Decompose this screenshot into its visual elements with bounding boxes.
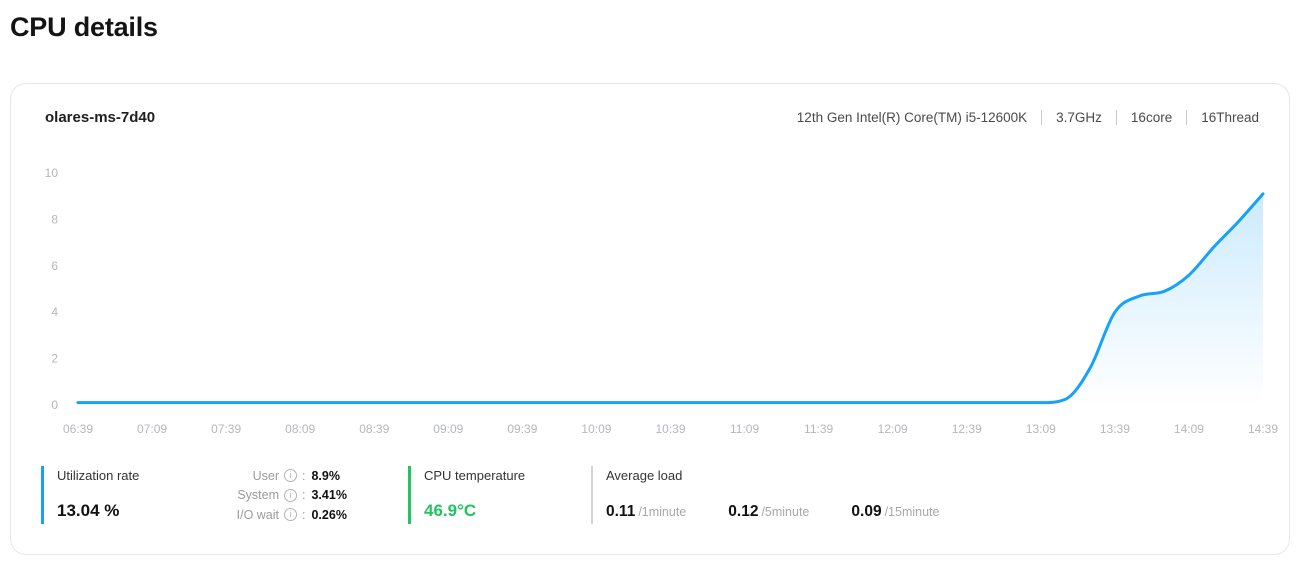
hostname: olares-ms-7d40 bbox=[45, 109, 155, 126]
load-15min: 0.09 /15minute bbox=[851, 503, 939, 521]
load-5min: 0.12 /5minute bbox=[728, 503, 809, 521]
y-axis-labels: 0 2 4 6 8 10 bbox=[45, 166, 59, 412]
load-1min: 0.11 /1minute bbox=[606, 503, 686, 521]
load-1min-unit: /1minute bbox=[638, 505, 686, 519]
cpu-usage-area-fill bbox=[78, 194, 1263, 405]
x-axis-tick-label: 07:39 bbox=[211, 422, 241, 436]
x-axis-tick-label: 12:39 bbox=[952, 422, 982, 436]
cpu-frequency: 3.7GHz bbox=[1056, 110, 1102, 125]
info-icon[interactable] bbox=[284, 469, 297, 482]
x-axis-tick-label: 13:09 bbox=[1026, 422, 1056, 436]
colon: : bbox=[302, 469, 305, 483]
load-15min-value: 0.09 bbox=[851, 503, 881, 521]
cpu-usage-chart: 0 2 4 6 8 10 06:39 07:09 07:39 08:09 08:39 09:09 09… bbox=[11, 161, 1289, 456]
x-axis-tick-label: 09:09 bbox=[433, 422, 463, 436]
x-axis-tick-label: 08:09 bbox=[285, 422, 315, 436]
y-axis-tick-label: 4 bbox=[51, 305, 58, 319]
y-axis-tick-label: 10 bbox=[45, 166, 59, 180]
info-icon[interactable] bbox=[284, 508, 297, 521]
x-axis-tick-label: 11:39 bbox=[804, 422, 833, 436]
y-axis-tick-label: 6 bbox=[51, 259, 58, 273]
x-axis-labels: 06:39 07:09 07:39 08:09 08:39 09:09 09:39 10:09… bbox=[63, 422, 1278, 436]
cpu-temperature-label: CPU temperature bbox=[424, 468, 525, 483]
cpu-specs: 12th Gen Intel(R) Core(TM) i5-12600K 3.7… bbox=[797, 110, 1259, 125]
spec-divider bbox=[1041, 110, 1042, 125]
spec-divider bbox=[1116, 110, 1117, 125]
cpu-cores: 16core bbox=[1131, 110, 1172, 125]
info-icon[interactable] bbox=[284, 489, 297, 502]
x-axis-tick-label: 13:39 bbox=[1100, 422, 1130, 436]
x-axis-tick-label: 14:09 bbox=[1174, 422, 1204, 436]
cpu-threads: 16Thread bbox=[1201, 110, 1259, 125]
average-load-label: Average load bbox=[606, 468, 939, 483]
cpu-usage-line bbox=[78, 194, 1263, 403]
usage-breakdown: User : 8.9% System : 3.41% I/O wait : 0.… bbox=[231, 466, 347, 524]
cpu-temperature-value: 46.9°C bbox=[424, 501, 525, 521]
colon: : bbox=[302, 508, 305, 522]
x-axis-tick-label: 09:39 bbox=[507, 422, 537, 436]
x-axis-tick-label: 14:39 bbox=[1248, 422, 1278, 436]
y-axis-tick-label: 2 bbox=[51, 352, 58, 366]
cpu-model: 12th Gen Intel(R) Core(TM) i5-12600K bbox=[797, 110, 1027, 125]
iowait-usage-value: 0.26% bbox=[311, 508, 346, 522]
average-load-values: 0.11 /1minute 0.12 /5minute 0.09 /15minu… bbox=[606, 503, 939, 521]
user-usage-label: User bbox=[231, 469, 279, 483]
x-axis-tick-label: 08:39 bbox=[359, 422, 389, 436]
y-axis-tick-label: 0 bbox=[51, 398, 58, 412]
x-axis-tick-label: 11:09 bbox=[730, 422, 759, 436]
card-header: olares-ms-7d40 12th Gen Intel(R) Core(TM… bbox=[45, 109, 1259, 126]
user-usage-value: 8.9% bbox=[311, 469, 340, 483]
page-title: CPU details bbox=[10, 12, 158, 43]
colon: : bbox=[302, 488, 305, 502]
x-axis-tick-label: 07:09 bbox=[137, 422, 167, 436]
iowait-usage-row: I/O wait : 0.26% bbox=[231, 505, 347, 524]
system-usage-row: System : 3.41% bbox=[231, 486, 347, 505]
system-usage-value: 3.41% bbox=[311, 488, 346, 502]
system-usage-label: System bbox=[231, 488, 279, 502]
x-axis-tick-label: 10:09 bbox=[581, 422, 611, 436]
stats-row: Utilization rate 13.04 % User : 8.9% Sys… bbox=[41, 466, 1259, 524]
x-axis-tick-label: 12:09 bbox=[878, 422, 908, 436]
user-usage-row: User : 8.9% bbox=[231, 466, 347, 485]
utilization-rate-block: Utilization rate 13.04 % bbox=[41, 466, 139, 524]
average-load-block: Average load 0.11 /1minute 0.12 /5minute… bbox=[591, 466, 939, 524]
y-axis-tick-label: 8 bbox=[51, 212, 58, 226]
load-15min-unit: /15minute bbox=[885, 505, 940, 519]
utilization-rate-label: Utilization rate bbox=[57, 468, 139, 483]
utilization-rate-value: 13.04 % bbox=[57, 501, 139, 521]
x-axis-tick-label: 10:39 bbox=[655, 422, 685, 436]
spec-divider bbox=[1186, 110, 1187, 125]
load-5min-value: 0.12 bbox=[728, 503, 758, 521]
load-5min-unit: /5minute bbox=[761, 505, 809, 519]
load-1min-value: 0.11 bbox=[606, 503, 635, 521]
chart-area: 0 2 4 6 8 10 06:39 07:09 07:39 08:09 08:39 09:09 09… bbox=[11, 161, 1289, 456]
cpu-temperature-block: CPU temperature 46.9°C bbox=[408, 466, 525, 524]
x-axis-tick-label: 06:39 bbox=[63, 422, 93, 436]
iowait-usage-label: I/O wait bbox=[231, 508, 279, 522]
cpu-details-card: olares-ms-7d40 12th Gen Intel(R) Core(TM… bbox=[10, 83, 1290, 555]
